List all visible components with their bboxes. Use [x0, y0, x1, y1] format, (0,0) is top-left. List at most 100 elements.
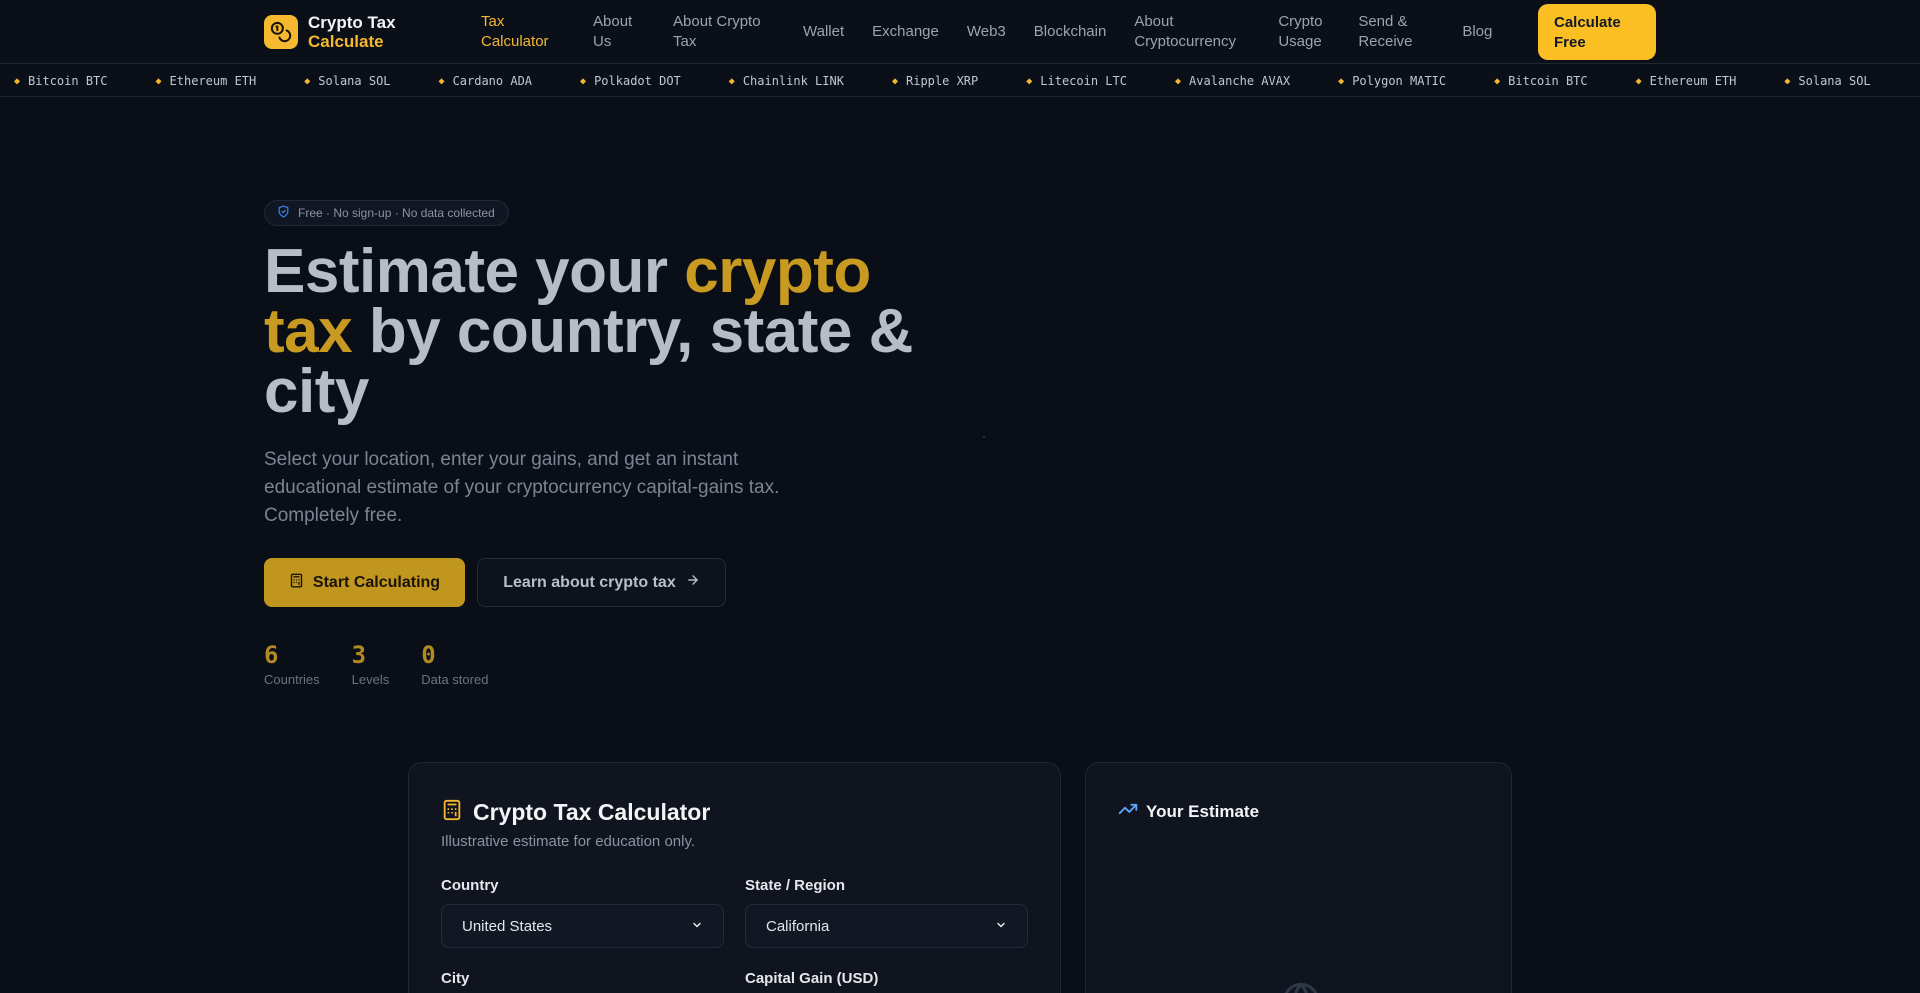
stat-data-stored: 0 Data stored — [421, 640, 488, 687]
trending-up-icon — [1118, 799, 1138, 824]
ticker-item: ◆ Chainlink LINK — [729, 74, 844, 88]
diamond-icon: ◆ — [1494, 75, 1501, 87]
chevron-down-icon — [995, 918, 1007, 935]
diamond-icon: ◆ — [155, 75, 162, 87]
top-navbar: Crypto Tax Calculate Tax Calculator Abou… — [0, 0, 1920, 64]
ticker-label: Ripple XRP — [906, 74, 979, 88]
stat-countries: 6 Countries — [264, 640, 320, 687]
stat-label: Data stored — [421, 672, 489, 687]
diamond-icon: ◆ — [1635, 75, 1642, 87]
learn-button-label: Learn about crypto tax — [503, 573, 676, 591]
nav-about-crypto-tax[interactable]: About Crypto Tax — [673, 12, 775, 52]
learn-about-crypto-tax-button[interactable]: Learn about crypto tax — [477, 558, 726, 607]
ticker-label: Chainlink LINK — [742, 74, 844, 88]
nav-blockchain[interactable]: Blockchain — [1034, 22, 1107, 42]
nav-web3[interactable]: Web3 — [967, 22, 1006, 42]
arrow-right-icon — [686, 573, 700, 592]
country-label: Country — [441, 877, 499, 894]
ticker-item: ◆ Ethereum ETH — [1636, 74, 1737, 88]
estimate-title: Your Estimate — [1146, 801, 1260, 821]
ticker-item: ◆ Solana SOL — [304, 74, 390, 88]
diamond-icon: ◆ — [14, 75, 21, 87]
ticker-label: Polygon MATIC — [1352, 74, 1447, 88]
ticker-item: ◆ Avalanche AVAX — [1175, 74, 1290, 88]
calculator-icon — [441, 799, 463, 826]
chevron-down-icon — [691, 918, 703, 935]
capital-gain-label: Capital Gain (USD) — [745, 970, 879, 987]
ticker-label: Cardano ADA — [452, 74, 533, 88]
country-select-value: United States — [462, 917, 553, 935]
coin-ticker: ◆ Bitcoin BTC ◆ Ethereum ETH ◆ Solana SOL ◆ Car… — [0, 65, 1920, 97]
calculate-free-button[interactable]: Calculate Free — [1538, 4, 1656, 60]
shield-check-icon — [277, 205, 290, 221]
estimate-card: Your Estimate — [1085, 762, 1512, 993]
ticker-item: ◆ Polygon MATIC — [1338, 74, 1446, 88]
ticker-track: ◆ Bitcoin BTC ◆ Ethereum ETH ◆ Solana SOL ◆ Car… — [14, 65, 1919, 96]
nav-exchange[interactable]: Exchange — [872, 22, 939, 42]
ticker-label: Bitcoin BTC — [28, 74, 108, 88]
hero-title-part-2: by country, state & city — [264, 297, 913, 426]
stat-value: 6 — [264, 641, 279, 669]
hero-subtitle: Select your location, enter your gains, … — [264, 449, 780, 526]
ticker-item: ◆ Ethereum ETH — [156, 74, 257, 88]
city-label: City — [441, 970, 470, 987]
stat-label: Levels — [351, 672, 390, 687]
ticker-item: ◆ Bitcoin BTC — [14, 74, 108, 88]
ticker-item: ◆ Solana SOL — [1784, 74, 1870, 88]
diamond-icon: ◆ — [1174, 75, 1182, 87]
nav-blog[interactable]: Blog — [1462, 22, 1492, 42]
calculator-subtitle: Illustrative estimate for education only… — [441, 833, 696, 850]
state-select-value: California — [766, 917, 830, 935]
stat-value: 0 — [421, 641, 436, 669]
ticker-item: ◆ Cardano ADA — [439, 74, 533, 88]
calculator-header: Crypto Tax Calculator — [441, 799, 710, 826]
ticker-label: Litecoin LTC — [1040, 74, 1127, 88]
diamond-icon: ◆ — [304, 75, 311, 87]
calculator-icon — [289, 573, 304, 593]
state-select[interactable]: California — [745, 904, 1028, 948]
diamond-icon: ◆ — [1026, 75, 1033, 87]
calculator-card: Crypto Tax Calculator Illustrative estim… — [408, 762, 1061, 993]
start-calculating-button[interactable]: Start Calculating — [264, 558, 465, 607]
stat-label: Countries — [264, 672, 320, 687]
stat-levels: 3 Levels — [352, 640, 390, 687]
ticker-label: Solana SOL — [318, 74, 391, 88]
ticker-label: Ethereum ETH — [1649, 74, 1737, 88]
diamond-icon: ◆ — [438, 75, 445, 87]
diamond-icon: ◆ — [1784, 75, 1791, 87]
badge-text: Free · No sign-up · No data collected — [298, 206, 495, 220]
country-select[interactable]: United States — [441, 904, 724, 948]
calculator-title: Crypto Tax Calculator — [473, 799, 711, 825]
coins-icon — [264, 15, 298, 49]
brand-logo-link[interactable]: Crypto Tax Calculate — [264, 13, 396, 51]
brand-line-1: Crypto Tax — [308, 13, 396, 32]
globe-icon — [1281, 981, 1321, 993]
state-label: State / Region — [745, 877, 846, 894]
start-calculating-label: Start Calculating — [312, 573, 441, 591]
nav-crypto-usage[interactable]: Crypto Usage — [1278, 12, 1330, 52]
hero-stats: 6 Countries 3 Levels 0 Data stored — [264, 640, 520, 687]
ticker-label: Solana SOL — [1798, 74, 1871, 88]
decorative-dot — [983, 436, 985, 438]
ticker-label: Polkadot DOT — [594, 74, 681, 88]
ticker-label: Avalanche AVAX — [1189, 74, 1291, 88]
stat-value: 3 — [351, 641, 367, 669]
ticker-item: ◆ Bitcoin BTC — [1494, 74, 1588, 88]
diamond-icon: ◆ — [728, 75, 735, 87]
nav-send-receive[interactable]: Send & Receive — [1358, 12, 1434, 52]
brand-line-2: Calculate — [308, 32, 384, 51]
hero-title: Estimate your crypto tax by country, sta… — [264, 241, 964, 423]
nav-about-cryptocurrency[interactable]: About Cryptocurrency — [1134, 12, 1250, 52]
nav-about-us[interactable]: About Us — [593, 12, 645, 52]
nav-links: Tax Calculator About Us About Crypto Tax… — [481, 0, 1492, 64]
diamond-icon: ◆ — [580, 75, 587, 87]
hero-title-part-1: Estimate your — [264, 237, 685, 306]
ticker-item: ◆ Polkadot DOT — [580, 74, 681, 88]
ticker-item: ◆ Ripple XRP — [892, 74, 978, 88]
free-badge: Free · No sign-up · No data collected — [264, 200, 509, 226]
brand-name: Crypto Tax Calculate — [308, 13, 396, 51]
estimate-header: Your Estimate — [1118, 799, 1259, 824]
nav-wallet[interactable]: Wallet — [803, 22, 844, 42]
nav-tax-calculator[interactable]: Tax Calculator — [481, 12, 565, 52]
diamond-icon: ◆ — [1338, 75, 1345, 87]
